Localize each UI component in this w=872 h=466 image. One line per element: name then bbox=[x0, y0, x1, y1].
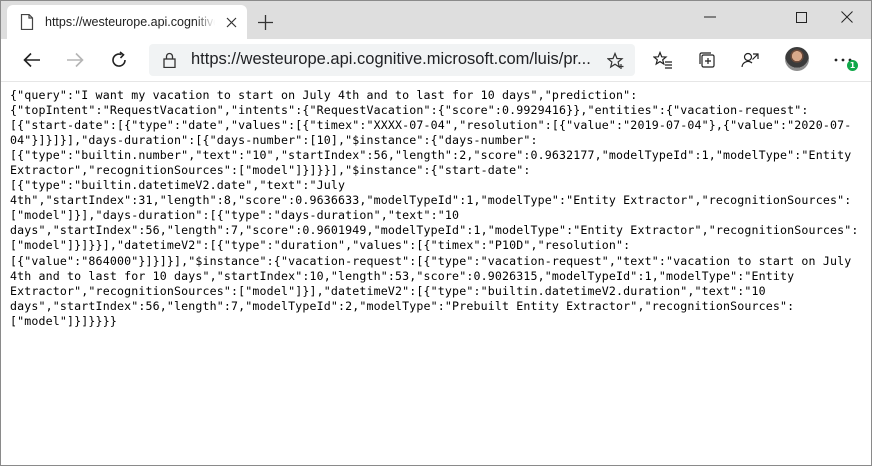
json-line: Extractor","recognitionSources":["model"… bbox=[10, 283, 766, 298]
json-line: days","startIndex":56,"length":7,"modelT… bbox=[10, 298, 795, 313]
add-favorite-star-icon[interactable] bbox=[607, 52, 625, 70]
json-line: {"query":"I want my vacation to start on… bbox=[10, 88, 638, 102]
browser-tab[interactable]: https://westeurope.api.cognitive.microso… bbox=[7, 5, 247, 39]
page-icon bbox=[19, 14, 35, 30]
address-bar[interactable]: https://westeurope.api.cognitive.microso… bbox=[149, 44, 635, 76]
browser-window: https://westeurope.api.cognitive.microso… bbox=[0, 0, 872, 466]
lock-icon[interactable] bbox=[161, 52, 177, 68]
json-line: [{"start-date":[{"type":"date","values":… bbox=[10, 118, 852, 133]
json-line: ["model"]}],"days-duration":[{"type":"da… bbox=[10, 208, 460, 223]
json-line: days","startIndex":56,"length":7,"score"… bbox=[10, 223, 859, 238]
update-badge: 1 bbox=[847, 60, 858, 71]
profile-avatar[interactable] bbox=[785, 47, 809, 71]
json-line: Extractor","recognitionSources":["model"… bbox=[10, 163, 531, 178]
refresh-icon[interactable] bbox=[103, 44, 135, 76]
json-line: [{"type":"builtin.number","text":"10","s… bbox=[10, 148, 852, 163]
favorites-icon[interactable] bbox=[647, 44, 679, 76]
json-response: {"query":"I want my vacation to start on… bbox=[10, 88, 860, 329]
share-person-icon[interactable] bbox=[734, 44, 766, 76]
title-bar: https://westeurope.api.cognitive.microso… bbox=[1, 1, 871, 39]
close-window-icon[interactable] bbox=[824, 1, 870, 33]
json-line: ["model"]}]}}}} bbox=[10, 313, 117, 328]
maximize-icon[interactable] bbox=[778, 1, 824, 33]
json-line: [{"value":"864000"}]}]}],"$instance":{"v… bbox=[10, 253, 852, 268]
new-tab-icon[interactable] bbox=[257, 14, 273, 30]
tab-title: https://westeurope.api.cognitive.microso… bbox=[45, 15, 215, 29]
json-line: 4th and to last for 10 days","startIndex… bbox=[10, 268, 795, 283]
browser-toolbar: https://westeurope.api.cognitive.microso… bbox=[1, 39, 871, 82]
json-line: 04"}]}]}],"days-duration":[{"days-number… bbox=[10, 133, 538, 148]
json-line: 4th","startIndex":31,"length":8,"score":… bbox=[10, 193, 852, 208]
forward-arrow-icon[interactable] bbox=[59, 44, 91, 76]
json-line: {"topIntent":"RequestVacation","intents"… bbox=[10, 103, 809, 118]
close-tab-icon[interactable] bbox=[223, 14, 239, 30]
json-line: ["model"]}]}}],"datetimeV2":[{"type":"du… bbox=[10, 238, 631, 253]
back-arrow-icon[interactable] bbox=[16, 44, 48, 76]
url-text[interactable]: https://westeurope.api.cognitive.microso… bbox=[191, 50, 591, 69]
minimize-icon[interactable] bbox=[687, 1, 733, 33]
page-content: {"query":"I want my vacation to start on… bbox=[1, 82, 871, 465]
collections-icon[interactable] bbox=[691, 44, 723, 76]
json-line: [{"type":"builtin.datetimeV2.date","text… bbox=[10, 178, 346, 193]
